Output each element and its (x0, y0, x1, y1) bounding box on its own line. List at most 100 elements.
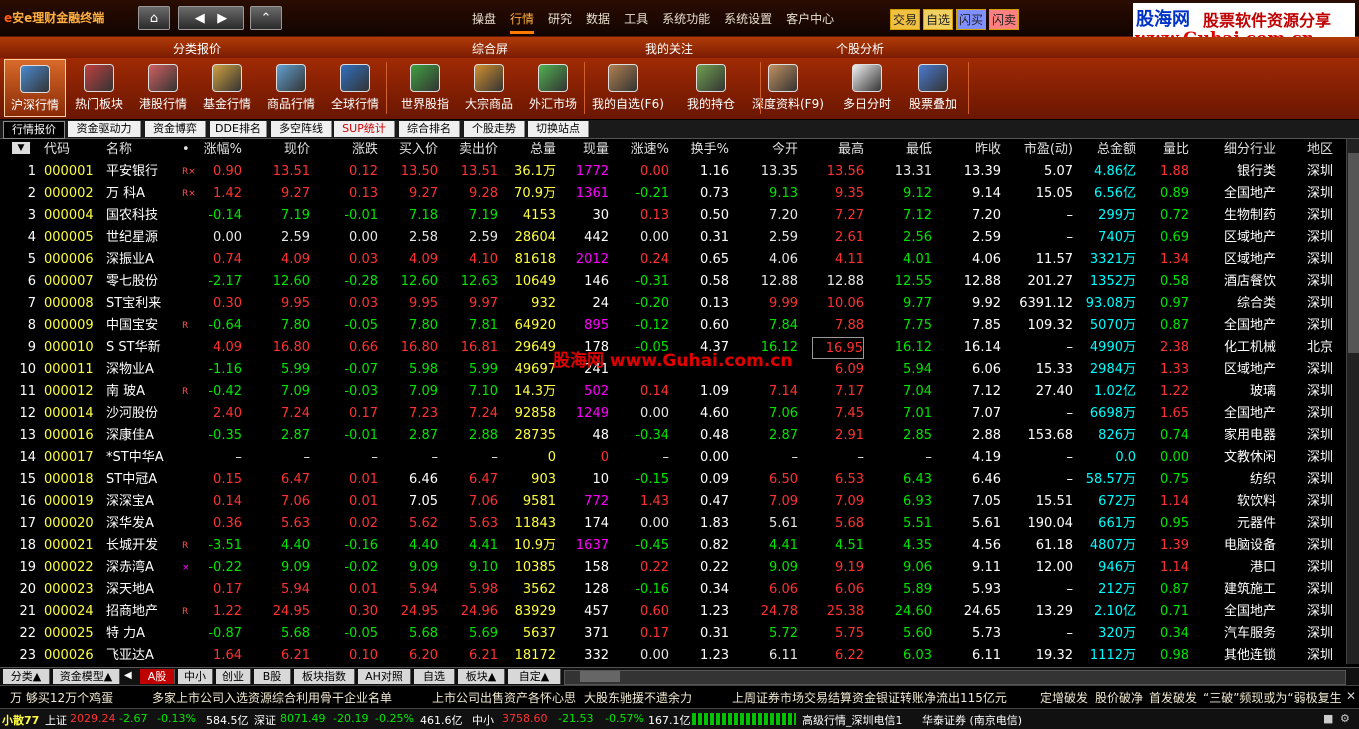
back-forward-buttons[interactable]: ◀ ▶ (178, 6, 244, 30)
back-icon[interactable]: ◀ (195, 11, 205, 26)
menu-item-1[interactable]: 行情 (510, 10, 534, 34)
sheet-tab-10[interactable]: 自定▲ (508, 669, 561, 684)
news-item[interactable]: 万 够买12万个鸡蛋 (10, 689, 113, 706)
table-row[interactable]: 12 000014 沙河股份 2.40 7.24 0.17 7.23 7.24 92858 124… (0, 403, 1345, 425)
sheet-tab-3[interactable]: 中小 (178, 669, 213, 684)
horizontal-scrollbar[interactable] (564, 670, 1346, 685)
menu-item-0[interactable]: 操盘 (472, 10, 496, 34)
table-row[interactable]: 7 000008 ST宝利来 0.30 9.95 0.03 9.95 9.97 932 24 -0.… (0, 293, 1345, 315)
column-header-vol[interactable]: 总量 (508, 139, 556, 161)
column-header-amt[interactable]: 总金额 (1080, 139, 1136, 161)
table-row[interactable]: 11 000012 南 玻A R -0.42 7.09 -0.03 7.09 7.10 14.3万… (0, 381, 1345, 403)
sheet-tab-1[interactable]: 资金模型▲ (53, 669, 120, 684)
toolbar-button-8[interactable]: 外汇市场 (522, 59, 584, 117)
table-row[interactable]: 21 000024 招商地产 R 1.22 24.95 0.30 24.95 24.96 8392… (0, 601, 1345, 623)
sheet-scroll-left-icon[interactable]: ◀ (124, 670, 132, 681)
column-header-high[interactable]: 最高 (812, 139, 864, 161)
tab-2[interactable]: 资金博弈 (145, 121, 206, 137)
toolbar-button-0[interactable]: 沪深行情 (4, 59, 66, 117)
sheet-tab-0[interactable]: 分类▲ (3, 669, 50, 684)
tab-8[interactable]: 切换站点 (528, 121, 589, 137)
menu-item-7[interactable]: 客户中心 (786, 10, 834, 34)
news-close-icon[interactable]: ✕ (1346, 689, 1356, 703)
table-row[interactable]: 14 000017 *ST中华A – – – – – 0 0 – 0.00 – – – 4.19 – 0.0 0.0… (0, 447, 1345, 469)
column-header-low[interactable]: 最低 (880, 139, 932, 161)
table-row[interactable]: 5 000006 深振业A 0.74 4.09 0.03 4.09 4.10 81618 2012… (0, 249, 1345, 271)
toolbar-button-11[interactable]: 深度资料(F9) (752, 59, 824, 117)
news-item[interactable]: 定增破发 (1040, 689, 1088, 706)
toolbar-button-6[interactable]: 世界股指 (394, 59, 456, 117)
column-header-name[interactable]: 名称 (106, 139, 172, 161)
column-header-spd[interactable]: 涨速% (620, 139, 669, 161)
tab-4[interactable]: 多空阵线 (271, 121, 332, 137)
tab-0[interactable]: 行情报价 (3, 121, 65, 139)
toolbar-button-2[interactable]: 港股行情 (132, 59, 194, 117)
table-row[interactable]: 6 000007 零七股份 -2.17 12.60 -0.28 12.60 12.63 1064… (0, 271, 1345, 293)
column-header-open[interactable]: 今开 (744, 139, 798, 161)
quick-button-3[interactable]: 闪卖 (989, 9, 1020, 30)
tab-6[interactable]: 综合排名 (399, 121, 460, 137)
column-header-cur[interactable]: 现量 (566, 139, 609, 161)
table-row[interactable]: 4 000005 世纪星源 0.00 2.59 0.00 2.58 2.59 28604 442 0… (0, 227, 1345, 249)
column-header-ind[interactable]: 细分行业 (1204, 139, 1276, 161)
sheet-tab-7[interactable]: AH对照 (358, 669, 411, 684)
sheet-tab-4[interactable]: 创业 (216, 669, 251, 684)
table-row[interactable]: 18 000021 长城开发 R -3.51 4.40 -0.16 4.40 4.41 10.9万… (0, 535, 1345, 557)
menu-item-4[interactable]: 工具 (624, 10, 648, 34)
home-button[interactable]: ⌂ (138, 6, 170, 30)
horizontal-scroll-thumb[interactable] (580, 671, 620, 682)
news-item[interactable]: 上市公司出售资产各怀心思 (432, 689, 576, 706)
table-row[interactable]: 23 000026 飞亚达A 1.64 6.21 0.10 6.20 6.21 18172 332… (0, 645, 1345, 667)
news-item[interactable]: 大股东驰援不遗余力 (584, 689, 692, 706)
table-row[interactable]: 8 000009 中国宝安 R -0.64 7.80 -0.05 7.80 7.81 64920 8… (0, 315, 1345, 337)
column-header-bid[interactable]: 买入价 (392, 139, 438, 161)
column-header-up[interactable]: 涨跌 (330, 139, 378, 161)
table-row[interactable]: 22 000025 特 力A -0.87 5.68 -0.05 5.68 5.69 5637 37… (0, 623, 1345, 645)
news-item[interactable]: 多家上市公司入选资源综合利用骨干企业名单 (152, 689, 392, 706)
up-button[interactable]: ⌃ (250, 6, 282, 30)
settings-icon[interactable]: ⚙ (1340, 712, 1350, 725)
scroll-thumb[interactable] (1348, 153, 1359, 353)
tab-5[interactable]: SUP统计 (334, 121, 395, 137)
toolbar-button-3[interactable]: 基金行情 (196, 59, 258, 117)
news-item[interactable]: “三破”频现或为“弱极复生 (1203, 689, 1342, 706)
column-header-turn[interactable]: 换手% (684, 139, 729, 161)
vertical-scrollbar[interactable] (1346, 139, 1359, 664)
table-row[interactable]: 17 000020 深华发A 0.36 5.63 0.02 5.62 5.63 11843 174… (0, 513, 1345, 535)
toolbar-button-4[interactable]: 商品行情 (260, 59, 322, 117)
table-row[interactable]: 13 000016 深康佳A -0.35 2.87 -0.01 2.87 2.88 28735 4… (0, 425, 1345, 447)
column-header-code[interactable]: 代码 (44, 139, 96, 161)
sheet-tab-8[interactable]: 自选 (414, 669, 455, 684)
sheet-tab-6[interactable]: 板块指数 (294, 669, 355, 684)
toolbar-button-12[interactable]: 多日分时 (836, 59, 898, 117)
table-row[interactable]: 15 000018 ST中冠A 0.15 6.47 0.01 6.46 6.47 903 10 -0… (0, 469, 1345, 491)
toolbar-button-1[interactable]: 热门板块 (68, 59, 130, 117)
sheet-tab-2[interactable]: A股 (140, 669, 175, 684)
sort-down-icon[interactable]: ▼ (12, 142, 30, 154)
toolbar-button-13[interactable]: 股票叠加 (902, 59, 964, 117)
sheet-tab-9[interactable]: 板块▲ (458, 669, 505, 684)
menu-item-3[interactable]: 数据 (586, 10, 610, 34)
news-item[interactable]: 首发破发 (1149, 689, 1197, 706)
quick-button-2[interactable]: 闪买 (956, 9, 987, 30)
sheet-tab-5[interactable]: B股 (254, 669, 291, 684)
column-header-ratio[interactable]: 量比 (1144, 139, 1189, 161)
column-header-ask[interactable]: 卖出价 (452, 139, 498, 161)
table-row[interactable]: 2 000002 万 科A R× 1.42 9.27 0.13 9.27 9.28 70.9万 13… (0, 183, 1345, 205)
column-header-price[interactable]: 现价 (262, 139, 310, 161)
column-header-prev[interactable]: 昨收 (950, 139, 1001, 161)
toolbar-button-9[interactable]: 我的自选(F6) (592, 59, 664, 117)
forward-icon[interactable]: ▶ (217, 11, 227, 26)
column-header-chg[interactable]: 涨幅% (200, 139, 242, 161)
table-row[interactable]: 16 000019 深深宝A 0.14 7.06 0.01 7.05 7.06 9581 772 1… (0, 491, 1345, 513)
table-row[interactable]: 20 000023 深天地A 0.17 5.94 0.01 5.94 5.98 3562 128 -… (0, 579, 1345, 601)
table-row[interactable]: 3 000004 国农科技 -0.14 7.19 -0.01 7.18 7.19 4153 30 0… (0, 205, 1345, 227)
tab-7[interactable]: 个股走势 (464, 121, 525, 137)
lock-icon[interactable]: ■ (1323, 712, 1333, 725)
menu-item-2[interactable]: 研究 (548, 10, 572, 34)
news-item[interactable]: 上周证券市场交易结算资金银证转账净流出115亿元 (732, 689, 1007, 706)
column-header-pe[interactable]: 市盈(动) (1012, 139, 1073, 161)
toolbar-button-7[interactable]: 大宗商品 (458, 59, 520, 117)
quick-button-0[interactable]: 交易 (890, 9, 921, 30)
quick-button-1[interactable]: 自选 (923, 9, 954, 30)
